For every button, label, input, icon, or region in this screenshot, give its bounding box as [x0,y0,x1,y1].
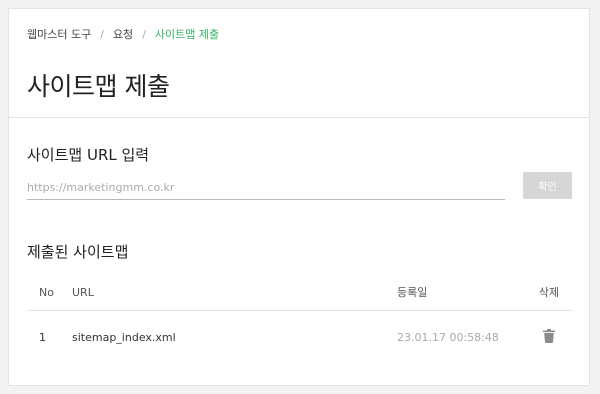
breadcrumb: 웹마스터 도구 / 요청 / 사이트맵 제출 [27,26,219,42]
row-url: sitemap_index.xml [72,330,176,344]
submit-section-title: 사이트맵 URL 입력 [27,146,150,164]
column-header-no: No [39,285,54,299]
confirm-button[interactable]: 확인 [523,172,572,199]
breadcrumb-item-request[interactable]: 요청 [113,26,133,42]
breadcrumb-item-webmaster-tools[interactable]: 웹마스터 도구 [27,26,91,42]
breadcrumb-separator: / [100,27,104,41]
row-delete-cell [525,328,573,346]
page-header: 웹마스터 도구 / 요청 / 사이트맵 제출 사이트맵 제출 [9,9,589,118]
breadcrumb-separator: / [142,27,146,41]
submitted-list-title: 제출된 사이트맵 [27,243,129,261]
column-header-url: URL [72,285,94,299]
column-header-delete: 삭제 [538,286,560,299]
column-header-date: 등록일 [397,286,428,299]
sitemap-url-input[interactable] [27,175,505,200]
row-date: 23.01.17 00:58:48 [397,330,499,344]
trash-icon[interactable] [543,328,555,346]
sitemap-table: No URL 등록일 삭제 1 sitemap_index.xml 23.01.… [27,274,573,363]
sitemap-card: 웹마스터 도구 / 요청 / 사이트맵 제출 사이트맵 제출 사이트맵 URL … [8,8,590,386]
row-number: 1 [39,330,46,344]
table-header: No URL 등록일 삭제 [27,274,573,311]
table-row: 1 sitemap_index.xml 23.01.17 00:58:48 [27,311,573,363]
breadcrumb-item-current: 사이트맵 제출 [154,28,220,41]
page-title: 사이트맵 제출 [27,72,170,101]
